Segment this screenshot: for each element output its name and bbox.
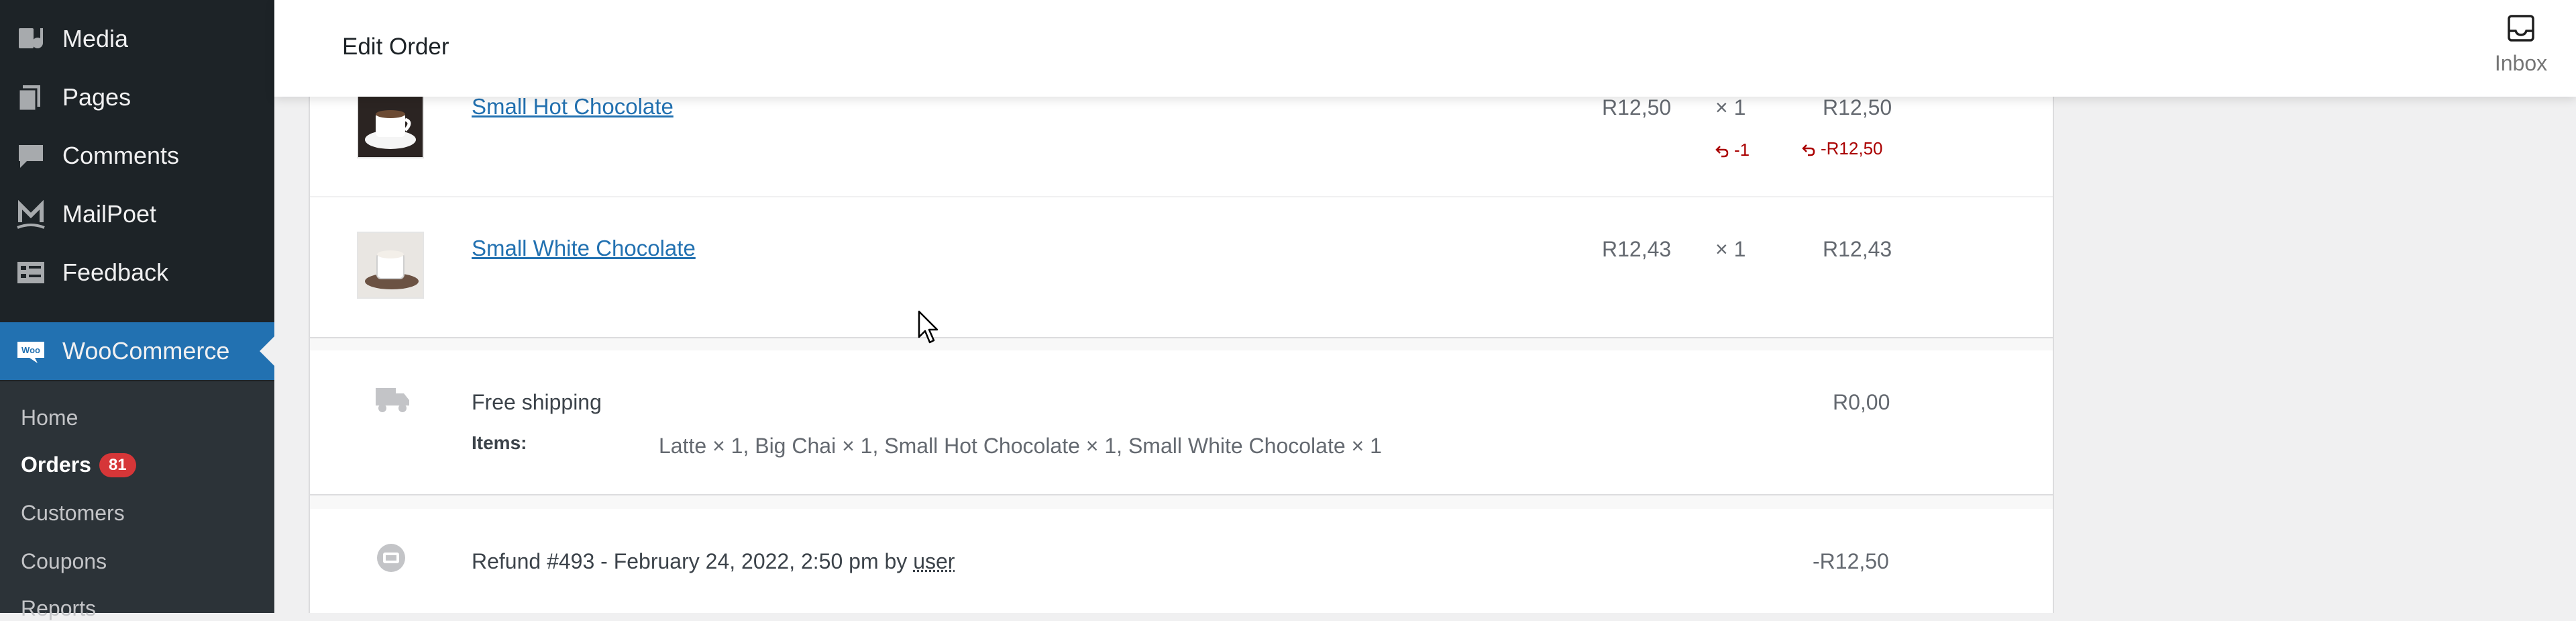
- item-quantity: × 1: [1715, 95, 1746, 120]
- mouse-cursor-icon: [918, 310, 938, 344]
- sidebar-item-feedback[interactable]: Feedback: [0, 244, 274, 301]
- submenu-item-customers[interactable]: Customers: [21, 501, 125, 526]
- inbox-label: Inbox: [2494, 51, 2548, 75]
- sidebar-item-label: MailPoet: [62, 200, 157, 228]
- media-icon: [19, 28, 43, 48]
- shipping-total: R0,00: [1833, 390, 1890, 414]
- woocommerce-submenu: Home Orders 81 Customers Coupons Reports: [0, 381, 274, 620]
- inbox-icon: [2508, 15, 2534, 42]
- svg-text:Woo: Woo: [21, 345, 40, 355]
- orders-count-badge: 81: [99, 452, 136, 477]
- section-gap: [310, 338, 2053, 350]
- feedback-icon: [17, 262, 44, 283]
- submenu-item-home[interactable]: Home: [21, 405, 78, 430]
- order-items-panel: Small Hot Chocolate R12,50 × 1 R12,50 -1…: [309, 91, 2054, 613]
- item-quantity: × 1: [1715, 237, 1746, 261]
- product-link[interactable]: Small Hot Chocolate: [472, 94, 674, 120]
- pages-icon: [17, 85, 40, 112]
- submenu-item-coupons[interactable]: Coupons: [21, 549, 107, 574]
- section-gap: [310, 495, 2053, 509]
- undo-icon: [1802, 144, 1815, 156]
- sidebar-item-comments[interactable]: Comments: [0, 127, 274, 185]
- refunded-total-value: -R12,50: [1821, 138, 1883, 158]
- refund-text: Refund #493 - February 24, 2022, 2:50 pm…: [472, 549, 908, 573]
- sidebar-item-media[interactable]: Media: [0, 10, 274, 68]
- submenu-item-label: Home: [21, 405, 78, 430]
- sidebar-item-label: WooCommerce: [62, 337, 230, 365]
- sidebar-item-mailpoet[interactable]: MailPoet: [0, 185, 274, 243]
- submenu-item-label: Customers: [21, 501, 125, 525]
- submenu-item-label: Reports: [21, 596, 97, 620]
- submenu-item-reports[interactable]: Reports: [21, 596, 96, 621]
- submenu-item-label: Orders: [21, 452, 91, 477]
- shipping-items-label: Items:: [472, 432, 527, 453]
- sidebar-item-pages[interactable]: Pages: [0, 68, 274, 126]
- product-thumbnail[interactable]: [357, 91, 424, 158]
- page-title: Edit Order: [342, 34, 449, 60]
- woocommerce-icon: Woo: [17, 342, 44, 363]
- sidebar-item-label: Feedback: [62, 258, 169, 286]
- shipping-items-value: Latte × 1, Big Chai × 1, Small Hot Choco…: [659, 434, 1382, 458]
- refund-description: Refund #493 - February 24, 2022, 2:50 pm…: [472, 549, 955, 574]
- refund-icon: [377, 544, 405, 572]
- inbox-button[interactable]: Inbox: [2481, 12, 2561, 86]
- refund-user: user: [913, 549, 955, 573]
- item-total: R12,50: [1823, 95, 1892, 120]
- comments-icon: [19, 145, 43, 168]
- item-cost: R12,43: [1602, 237, 1672, 261]
- product-thumbnail[interactable]: [357, 232, 424, 299]
- admin-sidebar: Media Pages Comments MailPoet Feedback W…: [0, 0, 274, 620]
- sidebar-item-label: Comments: [62, 142, 180, 169]
- row-divider: [310, 196, 2053, 197]
- refunded-quantity: -1: [1714, 140, 1750, 160]
- sidebar-item-label: Media: [62, 25, 129, 52]
- page-header: Edit Order Inbox: [274, 0, 2576, 97]
- item-cost: R12,50: [1602, 95, 1672, 120]
- item-total: R12,43: [1823, 237, 1892, 261]
- refunded-quantity-value: -1: [1734, 140, 1750, 160]
- sidebar-item-label: Pages: [62, 83, 131, 111]
- refund-total: -R12,50: [1813, 549, 1889, 573]
- product-link[interactable]: Small White Chocolate: [472, 236, 696, 261]
- refunded-total: -R12,50: [1801, 138, 1883, 159]
- truck-icon: [376, 388, 409, 412]
- mailpoet-icon: [17, 199, 45, 229]
- sidebar-item-woocommerce[interactable]: Woo WooCommerce: [0, 322, 274, 380]
- shipping-method: Free shipping: [472, 390, 602, 414]
- submenu-item-label: Coupons: [21, 549, 107, 573]
- hot-chocolate-image: [358, 93, 423, 157]
- submenu-item-orders[interactable]: Orders 81: [21, 452, 136, 479]
- undo-icon: [1715, 146, 1729, 158]
- white-chocolate-image: [358, 233, 423, 297]
